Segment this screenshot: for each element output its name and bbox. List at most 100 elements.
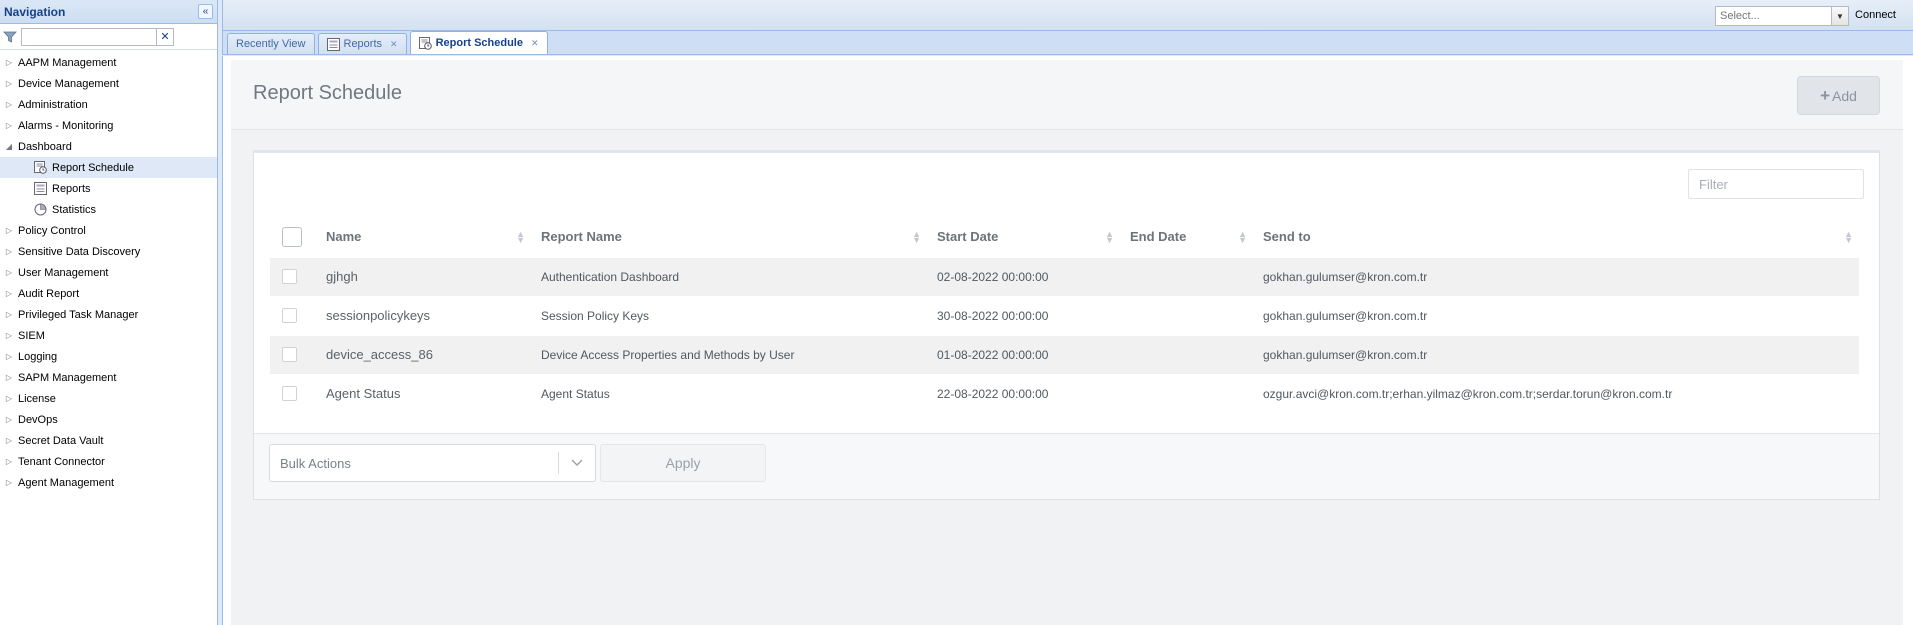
- nav-item-label: Secret Data Vault: [18, 434, 104, 447]
- table-row[interactable]: sessionpolicykeys Session Policy Keys 30-0…: [270, 296, 1859, 335]
- nav-item-devops[interactable]: ▷ DevOps: [0, 409, 217, 430]
- navigation-search-input[interactable]: [21, 27, 157, 46]
- connection-select-placeholder: Select...: [1720, 10, 1760, 22]
- collapsed-arrow-icon[interactable]: ▷: [4, 394, 14, 403]
- table-row[interactable]: Agent Status Agent Status 22-08-2022 00:00…: [270, 374, 1859, 413]
- nav-item-secret-data-vault[interactable]: ▷ Secret Data Vault: [0, 430, 217, 451]
- collapsed-arrow-icon[interactable]: ▷: [4, 268, 14, 277]
- collapsed-arrow-icon[interactable]: ▷: [4, 415, 14, 424]
- collapsed-arrow-icon[interactable]: ▷: [4, 100, 14, 109]
- nav-item-label: Dashboard: [18, 140, 72, 153]
- collapsed-arrow-icon[interactable]: ▷: [4, 331, 14, 340]
- add-button[interactable]: + Add: [1797, 76, 1880, 115]
- expanded-arrow-icon[interactable]: ◢: [4, 142, 14, 151]
- row-checkbox[interactable]: [282, 386, 297, 402]
- cell-name: Agent Status: [326, 386, 401, 402]
- collapsed-arrow-icon[interactable]: ▷: [4, 289, 14, 298]
- statistics-icon: [32, 202, 48, 218]
- column-header-label: Send to: [1263, 229, 1311, 245]
- navigation-filter-bar: ✕: [0, 24, 217, 50]
- cell-end-date: [1120, 374, 1253, 413]
- tab-label: Report Schedule: [435, 37, 523, 49]
- nav-item-label: Reports: [52, 182, 91, 195]
- nav-item-label: Tenant Connector: [18, 455, 105, 468]
- collapsed-arrow-icon[interactable]: ▷: [4, 79, 14, 88]
- nav-item-siem[interactable]: ▷ SIEM: [0, 325, 217, 346]
- collapsed-arrow-icon[interactable]: ▷: [4, 247, 14, 256]
- table-row[interactable]: gjhgh Authentication Dashboard 02-08-2022 …: [270, 257, 1859, 296]
- table-row[interactable]: device_access_86 Device Access Properties…: [270, 335, 1859, 374]
- nav-item-alarms-monitoring[interactable]: ▷ Alarms - Monitoring: [0, 115, 217, 136]
- clear-filter-button[interactable]: ✕: [157, 27, 174, 46]
- tab-report-schedule[interactable]: Report Schedule ✕: [409, 31, 548, 54]
- report-schedule-icon: [418, 36, 432, 50]
- collapsed-arrow-icon[interactable]: ▷: [4, 58, 14, 67]
- row-checkbox[interactable]: [282, 308, 297, 324]
- nav-item-reports[interactable]: Reports: [0, 178, 217, 199]
- collapsed-arrow-icon[interactable]: ▷: [4, 436, 14, 445]
- collapsed-arrow-icon[interactable]: ▷: [4, 352, 14, 361]
- bulk-actions-select[interactable]: Bulk Actions: [269, 444, 596, 482]
- nav-item-tenant-connector[interactable]: ▷ Tenant Connector: [0, 451, 217, 472]
- cell-send-to: ozgur.avci@kron.com.tr;erhan.yilmaz@kron…: [1263, 386, 1673, 401]
- cell-start-date: 22-08-2022 00:00:00: [937, 386, 1049, 401]
- row-checkbox[interactable]: [282, 347, 297, 363]
- report-schedule-icon: [32, 160, 48, 176]
- close-tab-icon[interactable]: ✕: [390, 39, 398, 50]
- chevron-down-icon[interactable]: ▼: [1831, 7, 1848, 25]
- column-header-end-date[interactable]: End Date ▲ ▼: [1120, 217, 1253, 257]
- connection-select[interactable]: Select... ▼: [1715, 6, 1849, 26]
- collapse-navigation-button[interactable]: «: [198, 4, 213, 19]
- nav-item-label: Report Schedule: [52, 161, 134, 174]
- column-header-report-name[interactable]: Report Name ▲ ▼: [531, 217, 927, 257]
- nav-item-sensitive-data-discovery[interactable]: ▷ Sensitive Data Discovery: [0, 241, 217, 262]
- apply-button[interactable]: Apply: [600, 444, 766, 482]
- connect-button[interactable]: Connect: [1855, 9, 1896, 21]
- page-title: Report Schedule: [253, 82, 402, 104]
- column-header-name[interactable]: Name ▲ ▼: [316, 217, 531, 257]
- collapsed-arrow-icon[interactable]: ▷: [4, 310, 14, 319]
- nav-item-logging[interactable]: ▷ Logging: [0, 346, 217, 367]
- nav-item-report-schedule[interactable]: Report Schedule: [0, 157, 217, 178]
- nav-item-label: Alarms - Monitoring: [18, 119, 114, 132]
- nav-item-label: Audit Report: [18, 287, 80, 300]
- tab-reports[interactable]: Reports ✕: [317, 33, 407, 54]
- collapsed-arrow-icon[interactable]: ▷: [4, 478, 14, 487]
- nav-item-aapm-management[interactable]: ▷ AAPM Management: [0, 52, 217, 73]
- nav-item-agent-management[interactable]: ▷ Agent Management: [0, 472, 217, 493]
- collapsed-arrow-icon[interactable]: ▷: [4, 226, 14, 235]
- cell-report-name: Authentication Dashboard: [531, 257, 927, 296]
- nav-item-user-management[interactable]: ▷ User Management: [0, 262, 217, 283]
- collapsed-arrow-icon[interactable]: ▷: [4, 121, 14, 130]
- tab-recently-view[interactable]: Recently View: [227, 33, 315, 54]
- navigation-header: Navigation «: [0, 0, 217, 24]
- nav-item-dashboard[interactable]: ◢ Dashboard: [0, 136, 217, 157]
- nav-item-statistics[interactable]: Statistics: [0, 199, 217, 220]
- nav-item-label: SIEM: [18, 329, 45, 342]
- nav-item-audit-report[interactable]: ▷ Audit Report: [0, 283, 217, 304]
- nav-item-device-management[interactable]: ▷ Device Management: [0, 73, 217, 94]
- collapsed-arrow-icon[interactable]: ▷: [4, 373, 14, 382]
- nav-item-sapm-management[interactable]: ▷ SAPM Management: [0, 367, 217, 388]
- cell-start-date: 30-08-2022 00:00:00: [937, 308, 1049, 323]
- nav-item-license[interactable]: ▷ License: [0, 388, 217, 409]
- column-header-start-date[interactable]: Start Date ▲ ▼: [927, 217, 1120, 257]
- close-tab-icon[interactable]: ✕: [531, 38, 539, 49]
- filter-input[interactable]: [1688, 169, 1864, 199]
- row-select-cell: [270, 257, 316, 296]
- nav-item-policy-control[interactable]: ▷ Policy Control: [0, 220, 217, 241]
- navigation-tree: ▷ AAPM Management ▷ Device Management ▷ Admin…: [0, 50, 217, 493]
- sort-icon: ▲ ▼: [1105, 229, 1114, 245]
- tab-strip: Recently View Reports ✕ Report Schedule ✕: [222, 31, 1913, 55]
- nav-item-label: SAPM Management: [18, 371, 117, 384]
- chevron-down-icon[interactable]: [559, 459, 595, 467]
- column-header-send-to[interactable]: Send to ▲ ▼: [1253, 217, 1859, 257]
- collapsed-arrow-icon[interactable]: ▷: [4, 457, 14, 466]
- row-checkbox[interactable]: [282, 269, 297, 285]
- nav-item-administration[interactable]: ▷ Administration: [0, 94, 217, 115]
- nav-item-privileged-task-manager[interactable]: ▷ Privileged Task Manager: [0, 304, 217, 325]
- select-all-checkbox[interactable]: [282, 226, 302, 247]
- nav-item-label: Privileged Task Manager: [18, 308, 139, 321]
- tab-label: Reports: [343, 38, 383, 50]
- nav-item-label: Device Management: [18, 77, 119, 90]
